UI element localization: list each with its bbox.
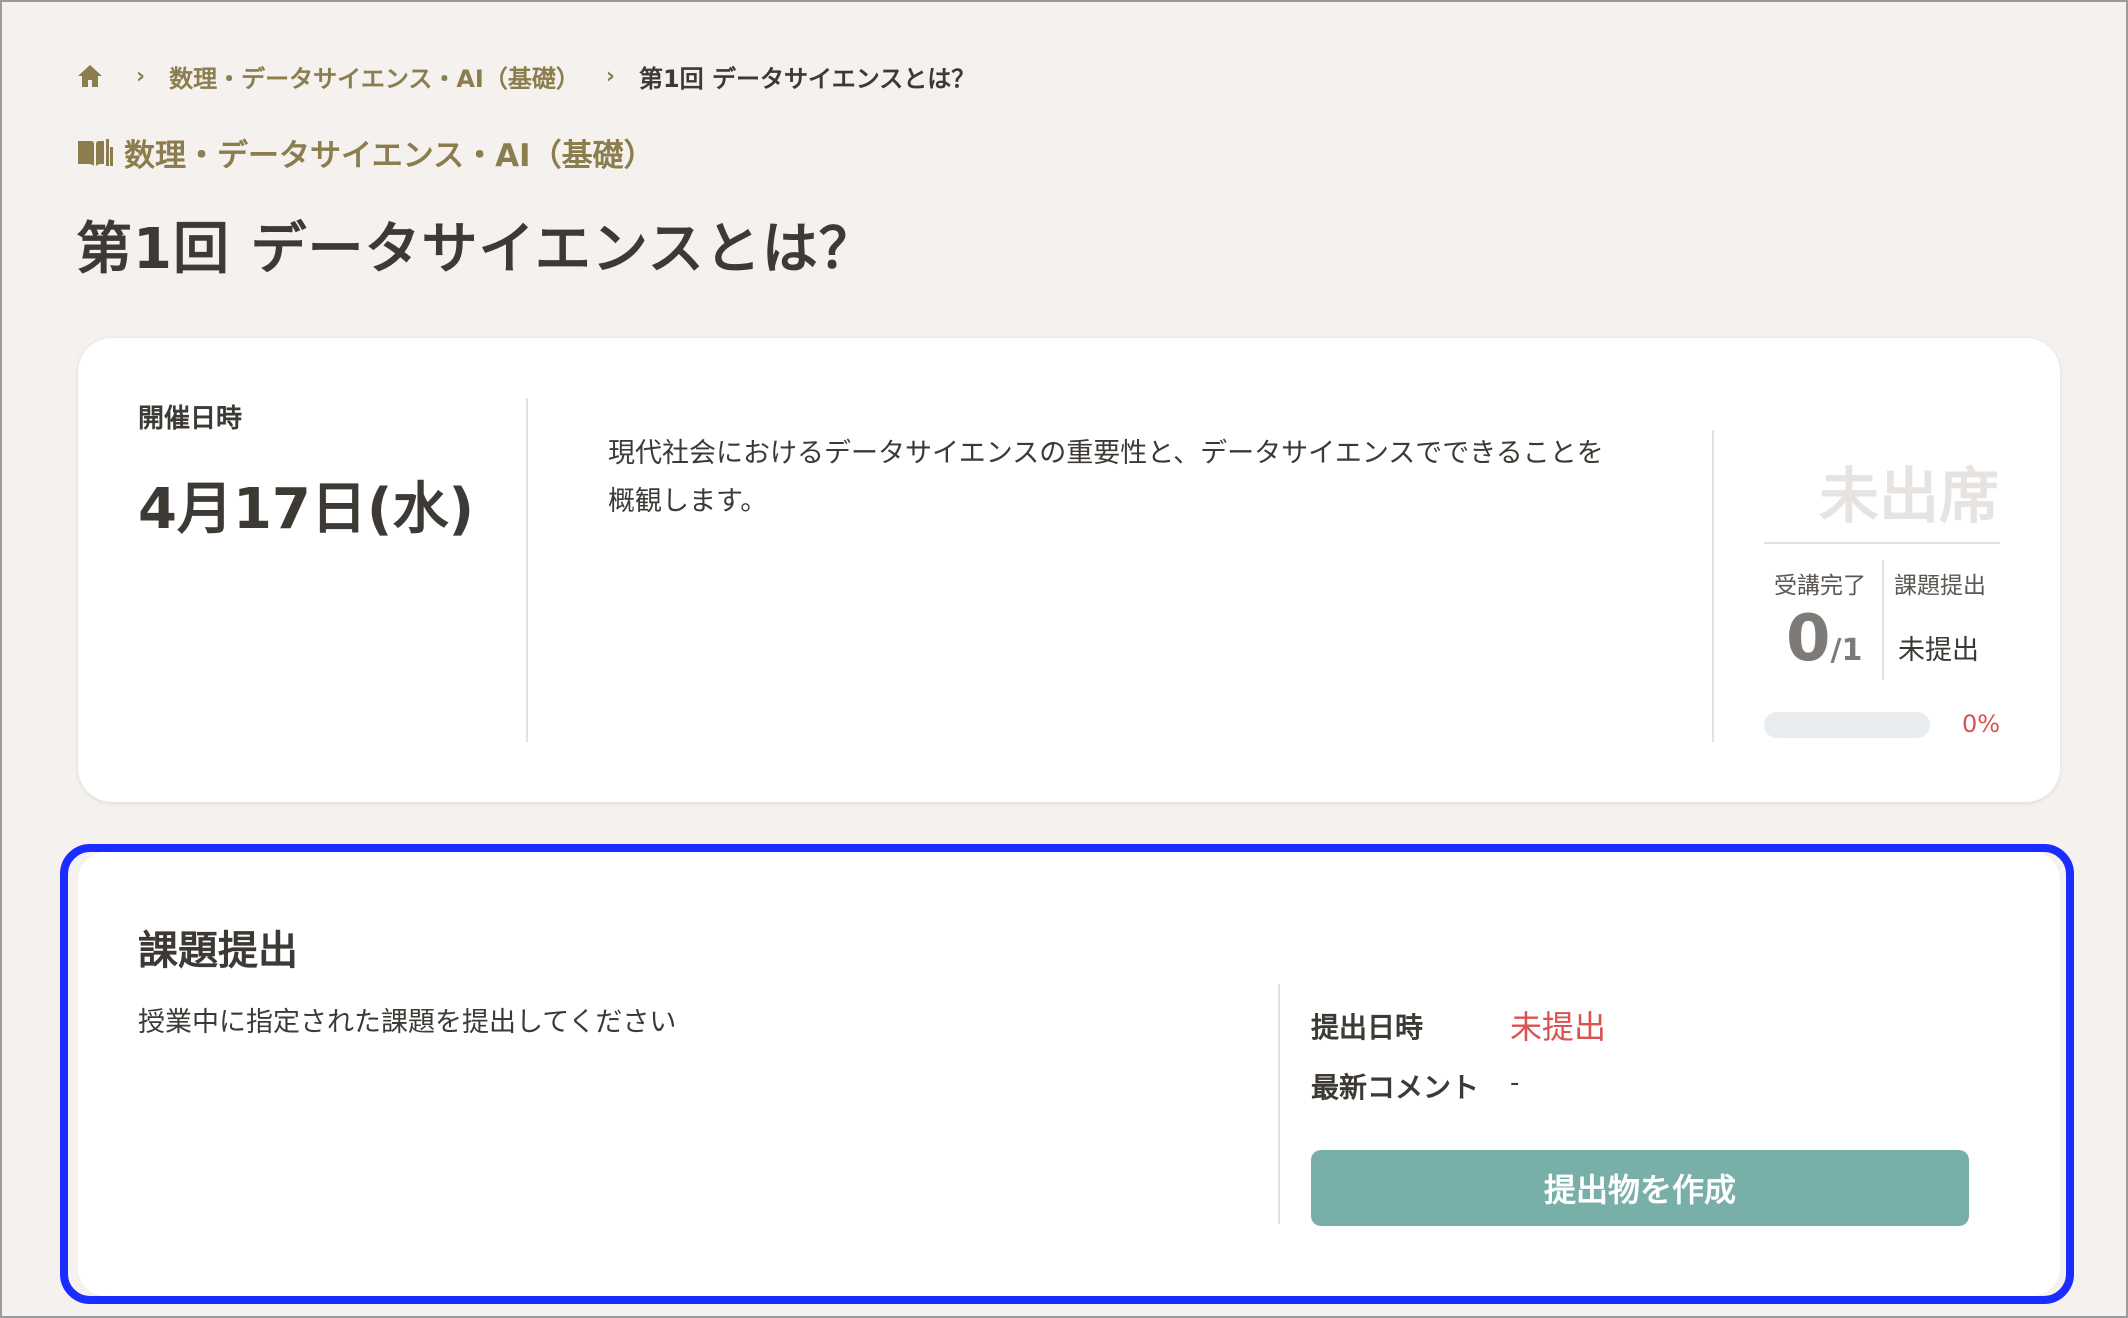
progress-percent: 0% — [1962, 710, 2001, 738]
divider — [1882, 560, 1884, 680]
progress-bar — [1764, 712, 1930, 738]
date-value: 4月17日(水) — [138, 477, 475, 542]
assignment-label: 課題提出 — [1894, 573, 1986, 599]
completion-count: 0/1 — [1786, 602, 1862, 676]
chevron-right-icon: › — [605, 63, 615, 89]
session-description: 現代社会におけるデータサイエンスの重要性と、データサイエンスでできることを概観し… — [608, 438, 1604, 517]
attendance-status: 未出席 — [1819, 462, 1999, 532]
divider — [1764, 542, 2000, 544]
page-title: 第1回 データサイエンスとは？ — [76, 217, 876, 282]
assignment-status: 未提出 — [1898, 635, 1979, 666]
breadcrumb: › 数理・データサイエンス・AI（基礎） › 第1回 データサイエンスとは？ — [76, 56, 975, 96]
divider — [1712, 430, 1714, 742]
date-label: 開催日時 — [138, 404, 243, 434]
divider — [526, 398, 528, 742]
completion-count-value: 0 — [1786, 602, 1831, 676]
session-card: 開催日時 4月17日(水) 現代社会におけるデータサイエンスの重要性と、データサ… — [78, 338, 2060, 802]
completion-count-total: /1 — [1830, 633, 1863, 668]
chevron-right-icon: › — [136, 63, 146, 89]
book-icon — [76, 137, 114, 169]
breadcrumb-current: 第1回 データサイエンスとは？ — [638, 64, 976, 93]
highlight-outline — [60, 844, 2074, 1304]
breadcrumb-course-link[interactable]: 数理・データサイエンス・AI（基礎） — [169, 59, 580, 94]
home-icon[interactable] — [76, 60, 110, 92]
course-name: 数理・データサイエンス・AI（基礎） — [76, 130, 655, 175]
completion-label: 受講完了 — [1774, 573, 1866, 599]
course-title[interactable]: 数理・データサイエンス・AI（基礎） — [124, 130, 655, 175]
